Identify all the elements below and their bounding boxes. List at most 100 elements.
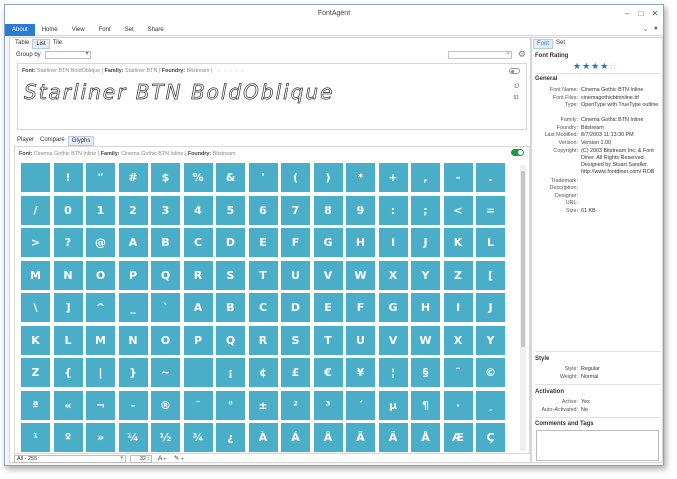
glyph-tile[interactable]: S [216,260,245,290]
glyph-tile[interactable]: ? [53,228,83,257]
glyph-tile[interactable]: M [21,260,50,290]
menu-view[interactable]: View [65,24,92,36]
glyph-tile[interactable]: > [21,228,50,257]
glyph-tile[interactable]: % [183,163,213,192]
glyph-tile[interactable]: 5 [216,195,245,225]
glyph-tile[interactable]: Á [281,423,310,452]
glyph-tile[interactable]: Ç [476,423,505,452]
glyph-tile[interactable]: ¨ [443,358,473,387]
glyph-tile[interactable]: € [313,358,343,387]
tab-set[interactable]: Set [553,39,568,49]
glyph-tile[interactable]: G [313,228,343,257]
glyph-tile[interactable]: X [378,260,408,290]
glyph-tile[interactable]: ¼ [118,423,148,452]
scroll-thumb[interactable] [521,171,525,347]
glyph-tile[interactable]: } [118,358,148,387]
glyph-tile[interactable]: B [151,228,180,257]
glyph-range-select[interactable]: All - 255 ▾ [14,455,126,463]
glyph-tile[interactable]: ³ [313,390,343,420]
glyph-tile[interactable]: ! [53,163,83,192]
glyph-tile[interactable]: * [346,163,375,192]
glyph-tile[interactable]: ¸ [476,390,505,420]
glyph-tile[interactable]: Æ [443,423,473,452]
rating-stars[interactable]: ★★★★☆ [573,61,618,72]
glyph-tile[interactable]: « [53,390,83,420]
glyph-tile[interactable]: ] [53,293,83,322]
glyph-tile[interactable]: H [411,293,440,322]
gear-icon[interactable]: ⚙ [518,49,526,60]
glyph-tile[interactable]: ¦ [378,358,408,387]
glyph-tile[interactable]: J [476,293,505,322]
glyph-tile[interactable]: P [183,325,213,355]
glyph-tile[interactable]: § [411,358,440,387]
glyph-tile[interactable]: Q [216,325,245,355]
maximize-button[interactable]: □ [637,9,645,18]
menu-set[interactable]: Set [118,24,141,36]
glyph-tile[interactable]: ¶ [411,390,440,420]
glyph-tile[interactable]: " [86,163,115,192]
glyph-tile[interactable]: J [411,228,440,257]
glyph-tile[interactable]: ² [281,390,310,420]
glyph-tile[interactable]: £ [281,358,310,387]
glyph-tile[interactable]: V [313,260,343,290]
glyph-scrollbar[interactable] [520,165,526,451]
menu-font[interactable]: Font [92,24,118,36]
glyph-tile[interactable]: [ [476,260,505,290]
tab-compare[interactable]: Compare [37,136,68,146]
glyph-tile[interactable]: 4 [183,195,213,225]
glyph-tile[interactable]: @ [86,228,115,257]
glyph-tile[interactable]: _ [118,293,148,322]
glyph-tile[interactable]: Y [476,325,505,355]
glyph-tile[interactable]: L [53,325,83,355]
comments-input[interactable] [536,430,659,461]
tab-tile[interactable]: Tile [50,39,65,49]
tab-glyphs[interactable]: Glyphs [67,136,95,146]
glyph-tile[interactable]: 1 [86,195,115,225]
glyph-tile[interactable]: V [378,325,408,355]
glyph-tile[interactable]: U [346,325,375,355]
glyph-tile[interactable]: N [118,325,148,355]
glyph-tile[interactable]: O [151,325,180,355]
glyph-tile[interactable]: W [411,325,440,355]
glyph-tile[interactable]: S [281,325,310,355]
glyph-tile[interactable]: Z [21,358,50,387]
glyph-tile[interactable]: H [346,228,375,257]
tab-table[interactable]: Table [12,39,32,49]
glyph-tile[interactable]: 0 [53,195,83,225]
glyph-tile[interactable]: À [248,423,278,452]
star-empty-icon[interactable]: ☆ [609,61,618,71]
glyph-tile[interactable]: ¾ [183,423,213,452]
search-input[interactable]: ⌕ [448,50,512,59]
glyph-tile[interactable]: Ä [378,423,408,452]
text-color-button[interactable]: A ▾ [156,455,168,463]
glyph-tile[interactable]: A [183,293,213,322]
glyph-tile[interactable]: ® [151,390,180,420]
glyph-tile[interactable]: ( [281,163,310,192]
glyph-tile[interactable]: O [86,260,115,290]
glyph-tile[interactable] [183,358,213,387]
fill-color-button[interactable]: ✎ ▾ [172,455,185,463]
glyph-tile[interactable]: Q [151,260,180,290]
minimize-button[interactable]: – [623,9,631,18]
star-filled-icon[interactable]: ★★★★ [573,61,609,71]
tab-player[interactable]: Player [14,136,37,146]
glyph-tile[interactable]: » [86,423,115,452]
glyph-tile[interactable]: T [313,325,343,355]
preview-rating-stars[interactable]: ☆☆☆☆☆ [217,68,246,74]
glyph-tile[interactable]: Å [411,423,440,452]
glyph-tile[interactable]: X [443,325,473,355]
glyph-tile[interactable]: B [216,293,245,322]
glyph-tile[interactable]: G [378,293,408,322]
glyph-tile[interactable]: W [346,260,375,290]
glyph-tile[interactable]: C [248,293,278,322]
glyph-tile[interactable]: ' [248,163,278,192]
glyph-tile[interactable]: ` [151,293,180,322]
glyph-tile[interactable]: $ [151,163,180,192]
glyph-tile[interactable]: . [476,163,505,192]
glyph-tile[interactable]: { [53,358,83,387]
activation-toggle[interactable] [511,149,524,156]
glyph-tile[interactable]: ¬ [86,390,115,420]
preview-toggle[interactable] [509,68,520,74]
glyph-tile[interactable]: ª [21,390,50,420]
glyph-tile[interactable]: - [443,163,473,192]
